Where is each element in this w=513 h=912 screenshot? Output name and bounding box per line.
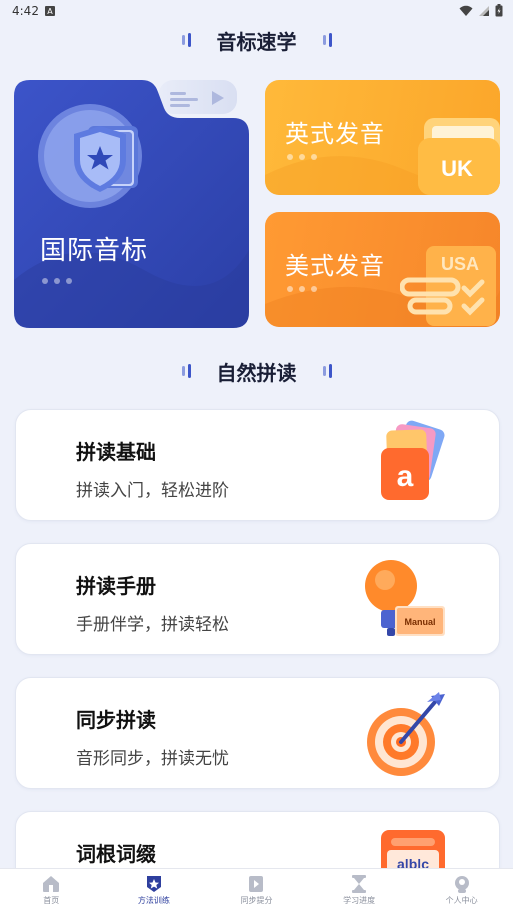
nav-item-profile[interactable]: 个人中心: [410, 869, 513, 912]
menu-play-icon: [170, 91, 224, 107]
nav-label: 个人中心: [445, 896, 478, 905]
phonics-item-desc: 拼读入门，轻松进阶: [76, 481, 229, 501]
letter-a-cards-icon: a: [381, 420, 445, 500]
training-icon: [146, 876, 161, 892]
phonics-item-desc: 音形同步，拼读无忧: [76, 749, 229, 769]
british-pronunciation-label: 英式发音: [285, 120, 385, 148]
phonetics-section-header: 音标速学: [0, 25, 513, 55]
nav-item-progress[interactable]: 学习进度: [308, 869, 411, 912]
international-phonetics-label: 国际音标: [40, 236, 149, 266]
phonics-item-title: 同步拼读: [76, 708, 156, 732]
uk-folder-icon: UK: [418, 118, 500, 195]
status-icons: [459, 4, 503, 17]
status-time: 4:42: [12, 4, 39, 18]
hourglass-icon: [352, 875, 367, 893]
usa-tag: USA: [441, 254, 479, 274]
card-dots: [287, 286, 317, 292]
card-dots: [42, 278, 72, 284]
title-decor-right-icon: [322, 364, 332, 378]
title-decor-left-icon: [181, 364, 191, 378]
wifi-icon: [459, 5, 473, 16]
international-phonetics-card[interactable]: 国际音标: [14, 80, 249, 328]
nav-label: 首页: [43, 896, 60, 905]
notification-badge-icon: A: [44, 6, 55, 16]
title-decor-left-icon: [181, 33, 191, 47]
battery-icon: [495, 4, 503, 17]
card-dots: [287, 154, 317, 160]
phonics-item-manual[interactable]: 拼读手册 手册伴学，拼读轻松 Manual: [15, 543, 500, 655]
nav-item-sync-score[interactable]: 同步提分: [205, 869, 308, 912]
phonics-item-sync[interactable]: 同步拼读 音形同步，拼读无忧: [15, 677, 500, 789]
nav-label: 同步提分: [240, 896, 273, 905]
phonics-section-title: 自然拼读: [216, 360, 297, 385]
american-pronunciation-card[interactable]: 美式发音 USA: [265, 212, 500, 327]
phonics-item-title: 词根词缀: [76, 842, 156, 866]
target-arrow-icon: [367, 692, 445, 776]
phonetics-section-title: 音标速学: [216, 29, 297, 54]
usa-board-icon: USA: [400, 246, 496, 326]
book-play-icon: [249, 876, 264, 892]
home-icon: [43, 876, 60, 892]
nav-item-training[interactable]: 方法训练: [103, 869, 206, 912]
british-pronunciation-card[interactable]: 英式发音 UK: [265, 80, 500, 195]
profile-icon: [454, 876, 469, 893]
phonics-item-desc: 手册伴学，拼读轻松: [76, 615, 229, 635]
nav-item-home[interactable]: 首页: [0, 869, 103, 912]
status-bar: 4:42 A: [0, 0, 513, 22]
phonics-item-title: 拼读手册: [76, 574, 156, 598]
shield-book-icon: [38, 104, 142, 208]
phonics-item-basics[interactable]: 拼读基础 拼读入门，轻松进阶 a: [15, 409, 500, 521]
bottom-navigation: 首页 方法训练 同步提分 学习进度 个人中心: [0, 868, 513, 912]
manual-label: Manual: [404, 617, 435, 627]
title-decor-right-icon: [322, 33, 332, 47]
phonics-item-title: 拼读基础: [76, 440, 156, 464]
manual-lightbulb-icon: Manual: [365, 560, 445, 636]
phonics-section-header: 自然拼读: [0, 356, 513, 386]
american-pronunciation-label: 美式发音: [285, 252, 385, 280]
nav-label: 学习进度: [343, 896, 376, 905]
letter-a: a: [397, 460, 414, 493]
nav-label: 方法训练: [137, 896, 170, 905]
uk-tag: UK: [441, 156, 473, 181]
signal-icon: [479, 5, 489, 16]
